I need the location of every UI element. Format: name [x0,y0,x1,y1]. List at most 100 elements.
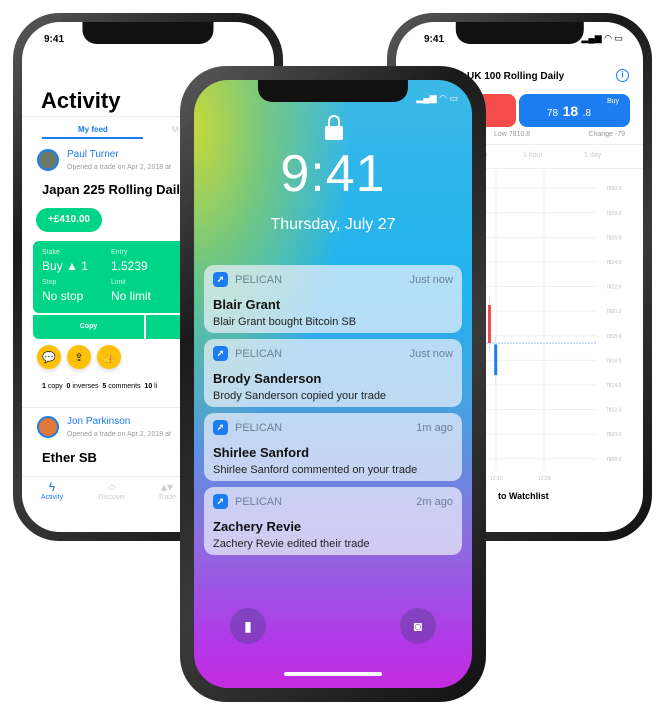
notification-time: Just now [409,273,453,286]
lock-clock: 9:41 [280,145,386,203]
market-title: UK 100 Rolling Daily [467,71,565,82]
user-name[interactable]: Jon Parkinson [67,416,130,427]
interval-1-day[interactable]: 1 day [584,152,601,159]
notification-time: 1m ago [416,421,453,434]
nav-label: Discover [98,494,126,501]
lock-icon [325,115,343,141]
copy-button[interactable]: Copy [33,315,144,339]
avatar[interactable] [37,416,59,438]
share-icon[interactable]: ⇪ [67,345,91,369]
notification-header: ➚ PELICAN 1m ago [213,420,453,435]
y-tick-label: 7822.0 [606,285,622,291]
change-value: Change -79 [588,131,625,138]
notification[interactable]: ➚ PELICAN 1m ago Shirlee Sanford Shirlee San… [204,413,462,481]
status-icons: ▂▄▆ ◠ ▭ [416,93,458,103]
nav-label: Trade [157,494,177,501]
y-tick-label: 7810.0 [606,432,622,438]
app-name: PELICAN [235,347,283,360]
inverse-label: inverses [72,383,99,390]
like-count: 10 [144,383,153,390]
notification-title: Shirlee Sanford [213,445,310,460]
home-indicator[interactable] [284,672,382,676]
interval-1-hour[interactable]: 1 hour [523,152,543,159]
bolt-icon: ϟ [48,480,56,494]
price-pips: 18 [562,103,579,119]
status-time: 9:41 [44,34,65,45]
notification-time: 2m ago [416,495,453,508]
copy-label: copy [47,383,63,390]
notification-body: Blair Grant bought Bitcoin SB [213,316,357,328]
notification-time: Just now [409,347,453,360]
notification[interactable]: ➚ PELICAN 2m ago Zachery Revie Zachery Revie… [204,487,462,555]
pnl-badge: +£410.00 [36,208,102,232]
notification[interactable]: ➚ PELICAN Just now Brody Sanderson Brody San… [204,339,462,407]
candle [494,344,498,376]
market-name: Ether SB [42,450,97,465]
low-value: Low 7810.8 [494,131,531,138]
stake-value: Buy ▲ 1 [42,259,88,273]
post-meta: Opened a trade on Apr 2, 2018 at [67,431,171,438]
nav-label: Activity [40,494,64,501]
y-tick-label: 7826.0 [606,235,622,241]
inverse-count: 0 [66,383,71,390]
user-name[interactable]: Paul Turner [67,149,119,160]
lock-screen: ▂▄▆ ◠ ▭ 9:41 Thursday, July 27 ➚ PELICAN J… [194,80,472,688]
y-tick-label: 7808.0 [606,457,622,463]
notch [82,22,214,44]
y-tick-label: 7830.0 [606,186,622,192]
entry-label: Entry [111,249,128,256]
buy-button[interactable]: Buy 78 18 .8 [519,94,630,127]
like-icon[interactable]: 👍 [97,345,121,369]
notification-title: Brody Sanderson [213,371,322,386]
x-tick-label: 12:10 [490,476,503,482]
like-label: li [154,383,158,390]
notification-title: Zachery Revie [213,519,302,534]
info-icon[interactable]: i [616,69,629,82]
x-tick-label: 12:20 [538,476,551,482]
notch [455,22,584,44]
camera-button[interactable]: ◙ [400,608,436,644]
tab-my-feed[interactable]: My feed [78,125,108,134]
page-title: Activity [41,88,121,113]
copy-count: 1 [42,383,46,390]
y-tick-label: 7814.0 [606,383,622,389]
nav-activity[interactable]: ϟ Activity [22,480,82,501]
notification-header: ➚ PELICAN 2m ago [213,494,453,509]
avatar[interactable] [37,149,59,171]
notification-body: Brody Sanderson copied your trade [213,390,387,402]
post-stats: 1 copy 0 inverses 5 comments 10 li [42,383,157,390]
notification-body: Zachery Revie edited their trade [213,538,370,550]
entry-value: 1.5239 [111,259,148,273]
stop-value: No stop [42,289,84,303]
app-name: PELICAN [235,495,283,508]
y-tick-label: 7816.0 [606,358,622,364]
notification[interactable]: ➚ PELICAN Just now Blair Grant Blair Grant b… [204,265,462,333]
comment-icon[interactable]: 💬 [37,345,61,369]
lock-date: Thursday, July 27 [270,216,396,233]
buy-label: Buy [606,98,619,105]
add-to-watchlist[interactable]: to Watchlist [498,491,549,501]
comment-count: 5 [102,383,107,390]
buy-price: 78 18 .8 [547,103,591,121]
candle [488,305,491,344]
status-time: 9:41 [424,34,445,45]
search-icon: ○ [108,480,116,494]
market-name: Japan 225 Rolling Daily [42,182,188,197]
pelican-app-icon: ➚ [213,272,228,287]
limit-label: Limit [111,279,126,286]
notification-header: ➚ PELICAN Just now [213,346,453,361]
notification-title: Blair Grant [213,297,281,312]
price-major: 78 [547,108,559,119]
tab-other[interactable]: M [172,125,179,134]
comment-label: comments [108,383,141,390]
y-tick-label: 7818.0 [606,334,622,340]
limit-value: No limit [111,289,152,303]
flashlight-button[interactable]: ▮ [230,608,266,644]
notch [257,80,409,102]
pelican-app-icon: ➚ [213,346,228,361]
price-fraction: .8 [582,108,591,119]
nav-discover[interactable]: ○ Discover [82,480,142,501]
y-tick-label: 7812.0 [606,408,622,414]
pelican-app-icon: ➚ [213,494,228,509]
center-phone: ▂▄▆ ◠ ▭ 9:41 Thursday, July 27 ➚ PELICAN J… [180,66,486,702]
